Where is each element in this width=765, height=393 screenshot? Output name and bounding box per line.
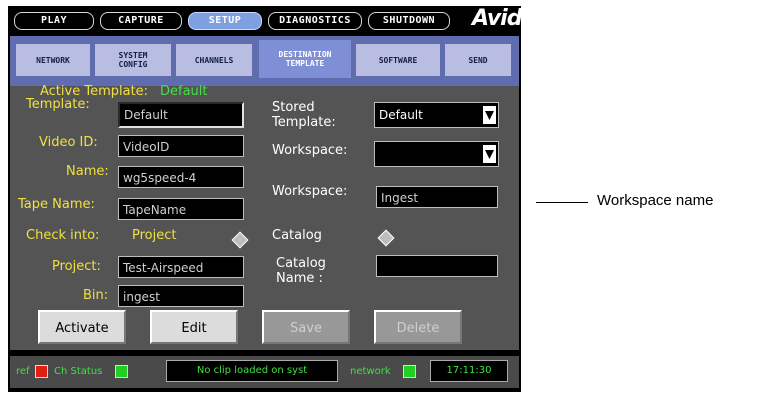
workspace-select-label: Workspace: — [272, 143, 348, 158]
tab-system-config[interactable]: SYSTEM CONFIG — [95, 44, 171, 76]
activate-button[interactable]: Activate — [38, 310, 126, 344]
catalog-name-label-line1: Catalog — [276, 256, 326, 271]
edit-button[interactable]: Edit — [150, 310, 238, 344]
check-into-value: Project — [132, 228, 177, 243]
template-label: Template: — [26, 97, 90, 112]
tab-channels-label: CHANNELS — [194, 55, 234, 65]
video-id-field[interactable]: VideoID — [118, 135, 244, 157]
template-field[interactable]: Default — [118, 102, 244, 128]
setup-tabstrip: NETWORK SYSTEM CONFIG CHANNELS DESTINATI… — [10, 36, 519, 86]
stored-template-label-line1: Stored — [272, 100, 315, 115]
chevron-down-icon — [483, 106, 496, 124]
clock-display: 17:11:30 — [430, 360, 508, 382]
ref-label: ref — [16, 366, 30, 377]
tape-name-field[interactable]: TapeName — [118, 198, 244, 220]
workspace-name-field[interactable]: Ingest — [376, 186, 498, 208]
diagnostics-button[interactable]: DIAGNOSTICS — [268, 12, 362, 30]
tab-system-config-line1: SYSTEM — [118, 51, 148, 60]
project-field[interactable]: Test-Airspeed — [118, 256, 244, 278]
airspeed-setup-screen: PLAY CAPTURE SETUP DIAGNOSTICS SHUTDOWN … — [8, 6, 530, 392]
ch-status-label: Ch Status — [54, 366, 103, 377]
catalog-name-label: Catalog Name : — [276, 256, 326, 286]
workspace-select[interactable] — [374, 141, 499, 167]
setup-button[interactable]: SETUP — [188, 12, 262, 30]
tab-destination-template-line2: TEMPLATE — [285, 59, 325, 68]
name-field[interactable]: wg5speed-4 — [118, 166, 244, 188]
stored-template-select[interactable]: Default — [374, 102, 499, 128]
destination-template-panel: Active Template: Default Template: Defau… — [10, 84, 519, 350]
bin-field[interactable]: ingest — [118, 285, 244, 307]
clip-status-message: No clip loaded on syst — [166, 360, 338, 382]
catalog-name-label-line2: Name : — [276, 271, 323, 286]
stored-template-label-line2: Template: — [272, 115, 336, 130]
check-into-toggle-icon[interactable] — [231, 231, 249, 249]
tab-software-label: SOFTWARE — [378, 55, 418, 65]
active-template-value: Default — [160, 84, 208, 99]
capture-button[interactable]: CAPTURE — [100, 12, 182, 30]
tab-send-label: SEND — [468, 55, 488, 65]
stored-template-select-value: Default — [379, 108, 423, 122]
tab-software[interactable]: SOFTWARE — [356, 44, 440, 76]
shutdown-button[interactable]: SHUTDOWN — [368, 12, 450, 30]
tab-network-label: NETWORK — [36, 55, 70, 65]
catalog-toggle-icon[interactable] — [377, 229, 395, 247]
tab-destination-template[interactable]: DESTINATION TEMPLATE — [259, 40, 351, 78]
network-status-led — [403, 365, 416, 378]
catalog-label: Catalog — [272, 228, 322, 243]
play-button[interactable]: PLAY — [14, 12, 94, 30]
status-bar: ref Ch Status No clip loaded on syst net… — [10, 356, 519, 388]
video-id-label: Video ID: — [39, 135, 98, 150]
bin-label: Bin: — [83, 288, 109, 303]
stored-template-label: Stored Template: — [272, 100, 336, 130]
tab-channels[interactable]: CHANNELS — [176, 44, 252, 76]
tab-network[interactable]: NETWORK — [16, 44, 90, 76]
delete-button[interactable]: Delete — [374, 310, 462, 344]
tab-destination-template-line1: DESTINATION — [278, 50, 332, 59]
callout-leader-line — [536, 202, 588, 203]
workspace-name-callout: Workspace name — [597, 192, 714, 209]
project-label: Project: — [52, 259, 101, 274]
chevron-down-icon — [483, 145, 496, 163]
save-button[interactable]: Save — [262, 310, 350, 344]
ref-status-led — [35, 365, 48, 378]
catalog-name-field[interactable] — [376, 255, 498, 277]
check-into-label: Check into: — [26, 228, 100, 243]
avid-logo: Avid. — [472, 6, 530, 31]
network-label: network — [350, 366, 391, 377]
tab-system-config-line2: CONFIG — [118, 60, 148, 69]
name-label: Name: — [66, 164, 109, 179]
tape-name-label: Tape Name: — [18, 197, 95, 212]
workspace-name-label: Workspace: — [272, 184, 348, 199]
tab-send[interactable]: SEND — [445, 44, 511, 76]
ch-status-led — [115, 365, 128, 378]
